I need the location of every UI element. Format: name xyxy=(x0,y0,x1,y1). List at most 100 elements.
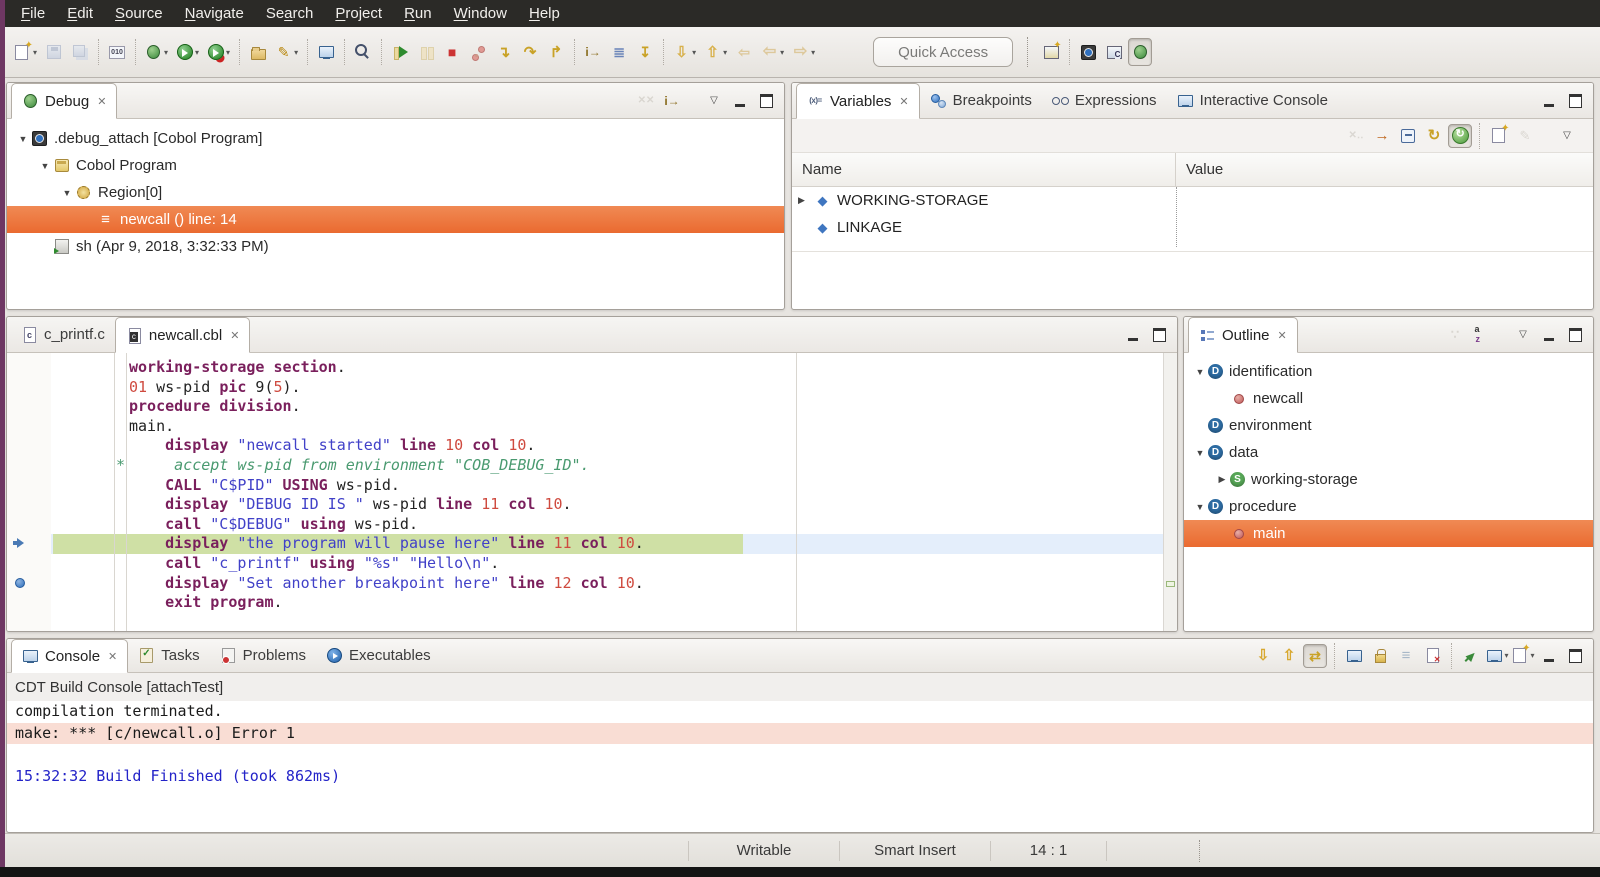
scroll-to-bottom-button[interactable] xyxy=(1251,644,1275,668)
debug-tree-item-cobol-program[interactable]: ▼ Cobol Program xyxy=(7,152,784,179)
variables-tab-expressions[interactable]: Expressions xyxy=(1042,83,1167,118)
maximize-button[interactable] xyxy=(1563,89,1587,113)
dropdown-arrow-icon[interactable]: ▾ xyxy=(692,48,696,57)
variables-table[interactable]: ▶ WORKING-STORAGE LINKAGE xyxy=(792,187,1593,252)
column-header-name[interactable]: Name xyxy=(792,153,1176,186)
overview-ruler[interactable] xyxy=(1163,353,1177,631)
chevron-down-icon[interactable]: ▼ xyxy=(1192,367,1208,377)
debug-tree-item-sh-apr-9-2018-3-32-33-pm[interactable]: sh (Apr 9, 2018, 3:32:33 PM) xyxy=(7,233,784,260)
forward-button[interactable]: ▾ xyxy=(789,38,818,66)
terminate-button[interactable] xyxy=(440,38,464,66)
console-tab-executables[interactable]: Executables xyxy=(316,639,441,672)
display-selected-console-button[interactable]: ▾ xyxy=(1485,644,1509,668)
menu-search[interactable]: Se a rch xyxy=(255,0,325,27)
show-type-names-button[interactable] xyxy=(1344,124,1368,148)
open-console-button[interactable]: ▾ xyxy=(1511,644,1535,668)
variables-tab-variables[interactable]: Variables ✕ xyxy=(796,83,920,119)
remote-console-button[interactable] xyxy=(314,38,338,66)
variable-row-working-storage[interactable]: ▶ WORKING-STORAGE xyxy=(792,187,1593,214)
close-icon[interactable]: ✕ xyxy=(899,95,908,108)
view-menu-button[interactable] xyxy=(1511,323,1535,347)
maximize-button[interactable] xyxy=(754,89,778,113)
chevron-right-icon[interactable]: ▶ xyxy=(798,195,814,206)
use-step-filters-button[interactable] xyxy=(607,38,631,66)
menu-navigate[interactable]: Navigate xyxy=(174,0,255,27)
outline-item-environment[interactable]: environment xyxy=(1184,412,1593,439)
maximize-button[interactable] xyxy=(1563,644,1587,668)
c-cpp-perspective-button[interactable] xyxy=(1102,38,1126,66)
quick-access[interactable]: Quick Access xyxy=(873,37,1014,67)
auto-refresh-button[interactable] xyxy=(1448,123,1472,148)
chevron-down-icon[interactable]: ▼ xyxy=(37,161,53,171)
editor-tab-newcall-cbl[interactable]: newcall.cbl ✕ xyxy=(114,317,251,353)
chevron-down-icon[interactable]: ▼ xyxy=(1192,448,1208,458)
minimize-button[interactable] xyxy=(1537,89,1561,113)
save-button[interactable] xyxy=(42,38,66,66)
close-icon[interactable]: ✕ xyxy=(108,650,117,663)
show-console-when-changed-button[interactable] xyxy=(1303,643,1327,668)
debug-tab-debug[interactable]: Debug ✕ xyxy=(11,83,118,119)
sort-button[interactable] xyxy=(1469,323,1493,347)
dropdown-arrow-icon[interactable]: ▾ xyxy=(723,48,727,57)
pin-console-button[interactable] xyxy=(1459,644,1483,668)
minimize-button[interactable] xyxy=(1121,323,1145,347)
menu-file[interactable]: File xyxy=(10,0,56,27)
link-with-editor-button[interactable] xyxy=(1443,323,1467,347)
outline-tree[interactable]: ▼ identification newcall environment ▼ data ▶ w… xyxy=(1184,353,1593,547)
run-to-line-button[interactable] xyxy=(581,38,605,66)
menu-edit[interactable]: Edit xyxy=(56,0,104,27)
step-into-button[interactable] xyxy=(492,38,516,66)
last-edit-location-button[interactable] xyxy=(732,38,756,66)
scroll-lock-button[interactable] xyxy=(1368,644,1392,668)
show-stdout-button[interactable] xyxy=(1342,644,1366,668)
console-tab-console[interactable]: Console ✕ xyxy=(11,639,129,673)
dropdown-arrow-icon[interactable]: ▾ xyxy=(1531,651,1535,660)
chevron-right-icon[interactable]: ▶ xyxy=(1214,474,1230,485)
code-editor[interactable]: working-storage section. 01 ws-pid pic 9(… xyxy=(51,353,1163,631)
breakpoint-icon[interactable] xyxy=(15,578,25,589)
dropdown-arrow-icon[interactable]: ▾ xyxy=(1505,651,1509,660)
overview-ruler-marker[interactable] xyxy=(1166,581,1175,587)
new-view-button[interactable] xyxy=(1487,124,1511,148)
close-icon[interactable]: ✕ xyxy=(1278,329,1287,342)
view-menu-button[interactable] xyxy=(702,89,726,113)
outline-item-working-storage[interactable]: ▶ working-storage xyxy=(1184,466,1593,493)
back-button[interactable]: ▾ xyxy=(758,38,787,66)
debug-tree-item-debug-attach-cobol-program[interactable]: ▼ .debug_attach [Cobol Program] xyxy=(7,125,784,152)
chevron-down-icon[interactable]: ▼ xyxy=(15,134,31,144)
cobol-perspective-button[interactable] xyxy=(1076,38,1100,66)
debug-tree-item-newcall-line-14[interactable]: newcall () line: 14 xyxy=(7,206,784,233)
debug-perspective-button[interactable] xyxy=(1128,38,1153,66)
minimize-button[interactable] xyxy=(1537,323,1561,347)
drop-to-frame-button[interactable] xyxy=(633,38,657,66)
debug-tree-item-region-0[interactable]: ▼ Region[0] xyxy=(7,179,784,206)
run-button[interactable]: ▾ xyxy=(173,38,202,66)
view-menu-button[interactable] xyxy=(1555,124,1579,148)
step-over-button[interactable] xyxy=(518,38,542,66)
dropdown-arrow-icon[interactable]: ▾ xyxy=(294,48,298,57)
pin-view-button[interactable] xyxy=(1513,124,1537,148)
dropdown-arrow-icon[interactable]: ▾ xyxy=(811,48,815,57)
minimize-button[interactable] xyxy=(728,89,752,113)
maximize-button[interactable] xyxy=(1563,323,1587,347)
show-logical-structure-button[interactable] xyxy=(1370,124,1394,148)
dropdown-arrow-icon[interactable]: ▾ xyxy=(33,48,37,57)
dropdown-arrow-icon[interactable]: ▾ xyxy=(195,48,199,57)
variable-row-linkage[interactable]: LINKAGE xyxy=(792,214,1593,241)
column-header-value[interactable]: Value xyxy=(1176,161,1223,178)
console-output[interactable]: compilation terminated. make: *** [c/newc… xyxy=(7,701,1593,787)
minimize-button[interactable] xyxy=(1537,644,1561,668)
outline-item-data[interactable]: ▼ data xyxy=(1184,439,1593,466)
scroll-to-top-button[interactable] xyxy=(1277,644,1301,668)
run-to-line-button[interactable] xyxy=(660,89,684,113)
chevron-down-icon[interactable]: ▼ xyxy=(1192,502,1208,512)
chevron-down-icon[interactable]: ▼ xyxy=(59,188,75,198)
dropdown-arrow-icon[interactable]: ▾ xyxy=(226,48,230,57)
outline-item-procedure[interactable]: ▼ procedure xyxy=(1184,493,1593,520)
variables-tab-interactive-console[interactable]: Interactive Console xyxy=(1167,83,1338,118)
next-annotation-button[interactable]: ▾ xyxy=(670,38,699,66)
debug-tree[interactable]: ▼ .debug_attach [Cobol Program] ▼ Cobol Pro… xyxy=(7,119,784,260)
maximize-button[interactable] xyxy=(1147,323,1171,347)
console-tab-problems[interactable]: Problems xyxy=(210,639,316,672)
step-return-button[interactable] xyxy=(544,38,568,66)
